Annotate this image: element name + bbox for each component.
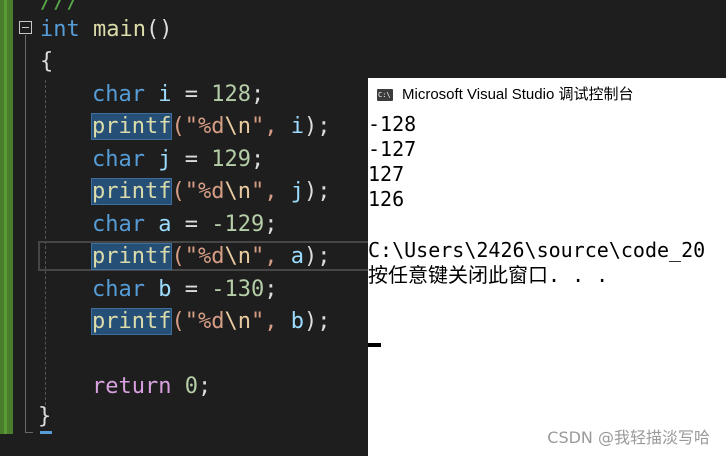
- type-keyword: char: [92, 82, 145, 107]
- statement-end: ;: [250, 82, 265, 107]
- close-brace: }: [38, 404, 52, 429]
- number-literal: 128: [211, 82, 251, 107]
- console-path-line: C:\Users\2426\source\code_20: [368, 238, 706, 262]
- code-line-decl-b[interactable]: char b = -130;: [92, 274, 277, 306]
- format-spec: %d: [197, 309, 225, 334]
- console-output-line: -128: [368, 112, 417, 136]
- code-line-decl-j[interactable]: char j = 129;: [92, 144, 264, 176]
- type-keyword: char: [92, 147, 145, 172]
- statement-end: );: [303, 244, 331, 269]
- statement-end: ;: [250, 147, 265, 172]
- return-keyword: return: [92, 374, 172, 399]
- function-call-highlight[interactable]: printf: [90, 308, 173, 335]
- console-output-line: 126: [368, 187, 405, 211]
- string-close: ",: [250, 244, 291, 269]
- string-open: (": [171, 244, 198, 269]
- statement-end: );: [303, 309, 331, 334]
- statement-end: ;: [264, 212, 278, 237]
- console-app-icon: [377, 79, 393, 112]
- code-line-decl-i[interactable]: char i = 128;: [92, 79, 264, 111]
- escape-seq: \n: [224, 309, 251, 334]
- assign-op: =: [171, 147, 212, 172]
- argument: i: [290, 114, 304, 139]
- type-keyword: char: [92, 212, 145, 237]
- string-open: (": [171, 179, 198, 204]
- string-close: ",: [250, 179, 291, 204]
- argument: j: [290, 179, 304, 204]
- console-title: Microsoft Visual Studio 调试控制台: [402, 86, 634, 103]
- escape-seq: \n: [224, 114, 251, 139]
- console-title-bar[interactable]: Microsoft Visual Studio 调试控制台: [368, 78, 726, 112]
- statement-end: ;: [197, 374, 212, 399]
- code-line-printf-a[interactable]: printf("%d\n", a);: [90, 241, 331, 273]
- function-call-highlight[interactable]: printf: [90, 178, 173, 205]
- console-output-line: 127: [368, 162, 405, 186]
- function-signature[interactable]: int main(): [40, 14, 172, 46]
- number-literal: 129: [211, 147, 251, 172]
- fold-guide-line: [25, 35, 26, 433]
- code-line-printf-i[interactable]: printf("%d\n", i);: [90, 111, 331, 143]
- format-spec: %d: [197, 114, 225, 139]
- console-output-line: -127: [368, 137, 417, 161]
- variable-name: b: [158, 277, 172, 302]
- debug-console-window[interactable]: Microsoft Visual Studio 调试控制台 -128 -127 …: [368, 78, 726, 456]
- code-line-return[interactable]: return 0;: [92, 371, 211, 403]
- watermark-text: CSDN @我轻描淡写哈: [547, 428, 710, 447]
- code-line-decl-a[interactable]: char a = -129;: [92, 209, 277, 241]
- function-parens: (): [145, 17, 173, 42]
- statement-end: );: [303, 179, 331, 204]
- type-keyword: char: [92, 277, 145, 302]
- escape-seq: \n: [224, 244, 251, 269]
- assign-op: =: [171, 277, 212, 302]
- statement-end: );: [303, 114, 331, 139]
- console-cursor: [368, 343, 381, 347]
- escape-seq: \n: [224, 179, 251, 204]
- function-name: main: [93, 17, 146, 42]
- editor-bottom-strip: [0, 434, 368, 456]
- argument: b: [290, 309, 304, 334]
- code-line-printf-j[interactable]: printf("%d\n", j);: [90, 176, 331, 208]
- assign-op: =: [171, 82, 212, 107]
- open-brace: {: [40, 49, 54, 74]
- code-line-printf-b[interactable]: printf("%d\n", b);: [90, 306, 331, 338]
- return-value: 0: [184, 374, 198, 399]
- variable-name: i: [158, 82, 172, 107]
- string-open: (": [171, 309, 198, 334]
- variable-name: a: [158, 212, 172, 237]
- assign-op: =: [171, 212, 212, 237]
- argument: a: [290, 244, 304, 269]
- return-type: int: [40, 17, 80, 42]
- variable-name: j: [158, 147, 172, 172]
- format-spec: %d: [197, 244, 225, 269]
- number-literal: -129: [211, 212, 265, 237]
- change-tracking-bar-inner: [4, 0, 7, 434]
- fold-guide-end: [25, 432, 33, 433]
- console-output[interactable]: -128 -127 127 126 C:\Users\2426\source\c…: [368, 112, 705, 347]
- string-open: (": [171, 114, 198, 139]
- string-close: ",: [250, 114, 291, 139]
- function-call-highlight[interactable]: printf: [90, 113, 173, 140]
- console-press-key-line: 按任意键关闭此窗口. . .: [368, 263, 609, 287]
- statement-end: ;: [264, 277, 278, 302]
- string-close: ",: [250, 309, 291, 334]
- collapse-toggle-icon[interactable]: [19, 21, 32, 34]
- format-spec: %d: [197, 179, 225, 204]
- function-call-highlight[interactable]: printf: [90, 243, 173, 270]
- number-literal: -130: [211, 277, 265, 302]
